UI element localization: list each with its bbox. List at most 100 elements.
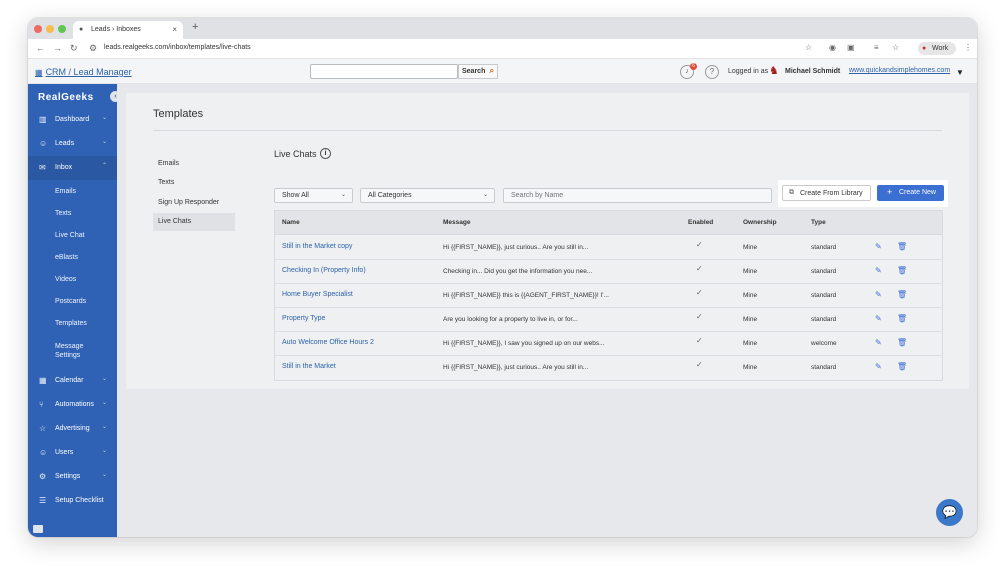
realgeeks-logo[interactable]: RealGeeks <box>38 92 94 103</box>
template-ownership: Mine <box>743 340 758 347</box>
sidebar-item-dashboard[interactable]: ▥ Dashboard ⌄ <box>28 108 117 132</box>
sidebar-sub-texts[interactable]: Texts <box>28 210 117 217</box>
subnav-sign-up-responder[interactable]: Sign Up Responder <box>153 194 235 212</box>
sidebar-sub-videos[interactable]: Videos <box>28 276 117 283</box>
sidebar-item-automations[interactable]: ⑂ Automations ⌄ <box>28 393 117 417</box>
column-header-enabled[interactable]: Enabled <box>688 219 713 226</box>
user-name: Michael Schmidt <box>785 68 841 75</box>
template-ownership: Mine <box>743 364 758 371</box>
back-icon[interactable]: ← <box>36 43 45 53</box>
template-name-link[interactable]: Auto Welcome Office Hours 2 <box>282 339 374 346</box>
site-link[interactable]: www.quickandsimplehomes.com <box>849 67 950 74</box>
create-new-button[interactable]: + Create New <box>877 185 944 201</box>
header-search-input[interactable] <box>310 64 458 79</box>
dashboard-icon: ▥ <box>39 115 47 124</box>
edit-icon[interactable]: ✎ <box>875 290 882 299</box>
template-name-link[interactable]: Home Buyer Specialist <box>282 291 353 298</box>
sidebar-sub-message-settings-line2[interactable]: Settings <box>28 352 117 359</box>
sidebar-sub-message-settings[interactable]: Message <box>28 343 117 350</box>
edit-icon[interactable]: ✎ <box>875 266 882 275</box>
bookmarks-icon[interactable]: ☆ <box>892 43 899 52</box>
template-name-link[interactable]: Checking In (Property Info) <box>282 267 366 274</box>
subnav-live-chats[interactable]: Live Chats <box>153 213 235 231</box>
checklist-icon: ☰ <box>39 496 47 505</box>
trash-icon[interactable]: 🗑 <box>897 266 907 275</box>
trash-icon[interactable]: 🗑 <box>897 338 907 347</box>
sidebar-item-settings[interactable]: ⚙ Settings ⌄ <box>28 465 117 489</box>
chevron-down-icon: ⌄ <box>101 472 107 478</box>
sidebar-sub-templates[interactable]: Templates <box>28 320 117 327</box>
template-name-link[interactable]: Still in the Market <box>282 363 336 370</box>
trash-icon[interactable]: 🗑 <box>897 314 907 323</box>
chevron-down-icon: ⌄ <box>101 115 107 121</box>
sidebar-sub-eblasts[interactable]: eBlasts <box>28 254 117 261</box>
chat-bubble-icon[interactable]: 💬 <box>936 499 963 526</box>
account-caret-icon[interactable]: ▼ <box>956 68 964 77</box>
info-icon[interactable]: i <box>320 148 331 159</box>
template-type: standard <box>811 292 837 299</box>
tab-search-icon[interactable]: ≡ <box>874 43 879 52</box>
template-name-link[interactable]: Property Type <box>282 315 325 322</box>
template-name-link[interactable]: Still in the Market copy <box>282 243 352 250</box>
subnav-texts[interactable]: Texts <box>153 174 235 192</box>
sidebar-footer-icon[interactable] <box>33 525 43 533</box>
maximize-window-button[interactable] <box>58 25 66 33</box>
calendar-icon: ▦ <box>39 376 47 385</box>
sidebar-item-label: Setup Checklist <box>55 497 104 504</box>
site-settings-icon[interactable]: ⚙ <box>89 43 97 54</box>
template-type: standard <box>811 244 837 251</box>
address-bar: ← → ↻ ⚙ leads.realgeeks.com/inbox/templa… <box>28 39 977 59</box>
sidebar-sub-live-chat[interactable]: Live Chat <box>28 232 117 239</box>
sidebar-item-leads[interactable]: ☺ Leads ⌄ <box>28 132 117 156</box>
browser-menu-icon[interactable]: ⋮ <box>964 43 972 52</box>
search-by-name-input[interactable]: Search by Name <box>503 188 772 203</box>
show-filter-select[interactable]: Show All ⌄ <box>274 188 353 203</box>
sidebar-item-advertising[interactable]: ☆ Advertising ⌄ <box>28 417 117 441</box>
column-header-ownership[interactable]: Ownership <box>743 219 777 226</box>
edit-icon[interactable]: ✎ <box>875 242 882 251</box>
edit-icon[interactable]: ✎ <box>875 314 882 323</box>
minimize-window-button[interactable] <box>46 25 54 33</box>
trash-icon[interactable]: 🗑 <box>897 362 907 371</box>
trash-icon[interactable]: 🗑 <box>897 242 907 251</box>
notifications-bell-icon[interactable]: ♪ 6 <box>680 63 697 79</box>
profile-button[interactable]: ● Work <box>918 42 956 55</box>
forward-icon[interactable]: → <box>53 43 62 53</box>
extension-icon[interactable]: ◉ <box>829 43 836 52</box>
column-header-type[interactable]: Type <box>811 219 826 226</box>
category-filter-select[interactable]: All Categories ⌄ <box>360 188 495 203</box>
chevron-up-icon: ⌃ <box>101 163 107 169</box>
close-tab-icon[interactable]: × <box>172 25 177 34</box>
column-header-message[interactable]: Message <box>443 219 470 226</box>
sidebar-item-label: Automations <box>55 401 94 408</box>
sidebar-item-label: Users <box>55 449 74 456</box>
sidebar-item-users[interactable]: ☺ Users ⌄ <box>28 441 117 465</box>
sidebar-sub-postcards[interactable]: Postcards <box>28 298 117 305</box>
bookmark-star-icon[interactable]: ☆ <box>805 43 812 52</box>
enabled-check-icon: ✓ <box>696 336 703 345</box>
library-button-label: Create From Library <box>800 190 863 197</box>
header-search-button[interactable]: Search ⌕ <box>458 64 498 79</box>
help-icon[interactable]: ? <box>705 65 719 79</box>
column-header-name[interactable]: Name <box>282 219 300 226</box>
sidebar-item-setup-checklist[interactable]: ☰ Setup Checklist <box>28 489 117 513</box>
close-window-button[interactable] <box>34 25 42 33</box>
subnav-emails[interactable]: Emails <box>153 155 235 173</box>
sidebar-item-calendar[interactable]: ▦ Calendar ⌄ <box>28 369 117 393</box>
crm-lead-manager-link[interactable]: ▦ CRM / Lead Manager <box>35 67 132 77</box>
sidebar-item-inbox[interactable]: ✉ Inbox ⌃ <box>28 156 117 180</box>
sidebar-item-label: Calendar <box>55 377 84 384</box>
browser-tab[interactable]: ● Leads › Inboxes × <box>73 21 183 39</box>
reload-icon[interactable]: ↻ <box>70 43 78 54</box>
profile-label: Work <box>932 45 949 52</box>
trash-icon[interactable]: 🗑 <box>897 290 907 299</box>
extensions-puzzle-icon[interactable]: ▣ <box>847 43 855 52</box>
sidebar-sub-emails[interactable]: Emails <box>28 188 117 195</box>
edit-icon[interactable]: ✎ <box>875 338 882 347</box>
new-tab-icon[interactable]: + <box>192 21 198 33</box>
enabled-check-icon: ✓ <box>696 288 703 297</box>
url-field[interactable]: leads.realgeeks.com/inbox/templates/live… <box>104 44 251 51</box>
create-from-library-button[interactable]: ⧉ Create From Library <box>782 185 871 201</box>
edit-icon[interactable]: ✎ <box>875 362 882 371</box>
favicon-icon: ● <box>79 26 84 33</box>
